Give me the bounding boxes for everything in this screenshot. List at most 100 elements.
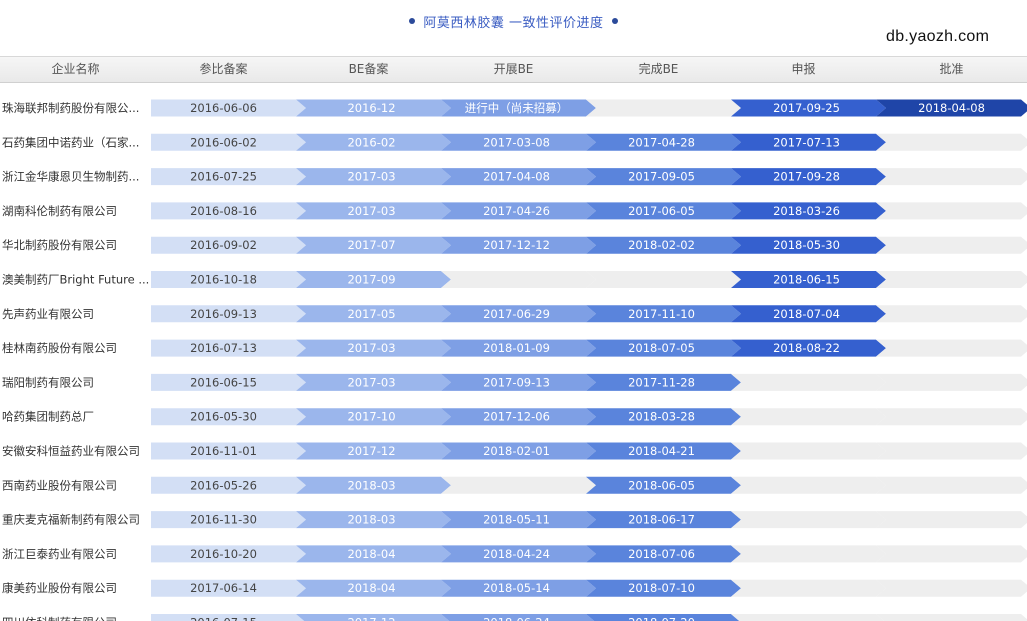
- progress-chart: 珠海联邦制药股份有限公... 2016-06-06 2016-12 进行中（尚未招募）…: [2, 99, 1027, 621]
- empty-progress-arrow: [441, 476, 596, 494]
- progress-date-label: 2016-05-26: [190, 478, 257, 492]
- table-row: 浙江巨泰药业有限公司 2016-10-20 2018-04 2018-04-24 201…: [2, 545, 1027, 563]
- empty-progress-arrow: [876, 133, 1027, 151]
- progress-date-label: 2016-05-30: [190, 410, 257, 424]
- progress-date-label: 2016-11-01: [190, 444, 257, 458]
- empty-progress-arrow: [876, 305, 1027, 323]
- progress-date-label: 进行中（尚未招募）: [465, 101, 569, 115]
- table-row: 重庆麦克福新制药有限公司 2016-11-30 2018-03 2018-05-11 2…: [2, 511, 1027, 529]
- progress-date-label: 2017-03: [347, 204, 395, 218]
- progress-date-label: 2017-11-10: [628, 307, 695, 321]
- company-name: 安徽安科恒益药业有限公司: [2, 444, 140, 458]
- progress-date-label: 2016-10-20: [190, 547, 257, 561]
- progress-date-label: 2018-04-21: [628, 444, 695, 458]
- empty-progress-arrow: [586, 271, 741, 288]
- progress-date-label: 2016-12: [347, 101, 395, 115]
- company-name: 哈药集团制药总厂: [2, 410, 94, 424]
- table-row: 桂林南药股份有限公司 2016-07-13 2017-03 2018-01-09 201…: [2, 339, 1027, 357]
- progress-date-label: 2016-07-25: [190, 170, 257, 184]
- company-name: 澳美制药厂Bright Future ...: [2, 273, 149, 287]
- progress-date-label: 2017-10: [347, 410, 395, 424]
- progress-date-label: 2016-10-18: [190, 273, 257, 287]
- progress-date-label: 2018-02-01: [483, 444, 550, 458]
- progress-date-label: 2016-07-15: [190, 616, 257, 621]
- table-row: 浙江金华康恩贝生物制药... 2016-07-25 2017-03 2017-04-0…: [2, 168, 1027, 186]
- table-row: 四川依科制药有限公司 2016-07-15 2017-12 2018-06-24 201…: [2, 614, 1027, 621]
- progress-date-label: 2018-01-09: [483, 341, 550, 355]
- empty-progress-arrow: [876, 476, 1027, 494]
- empty-progress-arrow: [876, 614, 1027, 621]
- empty-progress-arrow: [876, 511, 1027, 529]
- empty-progress-arrow: [441, 271, 596, 288]
- company-name: 石药集团中诺药业（石家...: [2, 135, 139, 149]
- progress-date-label: 2017-06-14: [190, 581, 257, 595]
- empty-progress-arrow: [731, 476, 886, 494]
- progress-date-label: 2018-05-30: [773, 238, 840, 252]
- progress-date-label: 2017-03: [347, 170, 395, 184]
- table-row: 安徽安科恒益药业有限公司 2016-11-01 2017-12 2018-02-01 2…: [2, 442, 1027, 460]
- table-row: 澳美制药厂Bright Future ... 2016-10-18 2017-09 2…: [2, 271, 1027, 288]
- table-row: 先声药业有限公司 2016-09-13 2017-05 2017-06-29 2017-…: [2, 305, 1027, 323]
- empty-progress-arrow: [731, 579, 886, 597]
- progress-date-label: 2016-09-02: [190, 238, 257, 252]
- progress-date-label: 2018-07-04: [773, 307, 840, 321]
- progress-date-label: 2017-06-29: [483, 307, 550, 321]
- progress-date-label: 2017-07-13: [773, 135, 840, 149]
- company-name: 湖南科伦制药有限公司: [2, 204, 117, 218]
- progress-date-label: 2018-06-15: [773, 273, 840, 287]
- progress-date-label: 2018-03-26: [773, 204, 840, 218]
- progress-date-label: 2016-02: [347, 135, 395, 149]
- progress-date-label: 2018-04: [347, 581, 395, 595]
- progress-date-label: 2018-06-17: [628, 513, 695, 527]
- table-row: 哈药集团制药总厂 2016-05-30 2017-10 2017-12-06 2018-…: [2, 408, 1027, 426]
- empty-progress-arrow: [876, 271, 1027, 288]
- empty-progress-arrow: [731, 408, 886, 426]
- progress-date-label: 2017-09-25: [773, 101, 840, 115]
- progress-date-label: 2018-07-10: [628, 581, 695, 595]
- progress-date-label: 2018-07-20: [628, 616, 695, 621]
- company-name: 先声药业有限公司: [2, 307, 94, 321]
- progress-date-label: 2017-09-28: [773, 170, 840, 184]
- progress-date-label: 2017-07: [347, 238, 395, 252]
- empty-progress-arrow: [731, 373, 886, 391]
- company-name: 重庆麦克福新制药有限公司: [2, 513, 140, 527]
- progress-date-label: 2018-05-11: [483, 513, 550, 527]
- empty-progress-arrow: [876, 373, 1027, 391]
- progress-date-label: 2018-04-08: [918, 101, 985, 115]
- table-row: 石药集团中诺药业（石家... 2016-06-02 2016-02 2017-03-0…: [2, 133, 1027, 151]
- progress-date-label: 2018-02-02: [628, 238, 695, 252]
- progress-date-label: 2017-06-05: [628, 204, 695, 218]
- progress-date-label: 2018-04-24: [483, 547, 550, 561]
- progress-date-label: 2017-09: [347, 273, 395, 287]
- table-row: 珠海联邦制药股份有限公... 2016-06-06 2016-12 进行中（尚未招募）…: [2, 99, 1027, 117]
- progress-date-label: 2018-03: [347, 478, 395, 492]
- empty-progress-arrow: [876, 339, 1027, 357]
- progress-date-label: 2016-06-06: [190, 101, 257, 115]
- progress-date-label: 2018-08-22: [773, 341, 840, 355]
- progress-date-label: 2017-09-05: [628, 170, 695, 184]
- progress-date-label: 2018-03: [347, 513, 395, 527]
- empty-progress-arrow: [876, 168, 1027, 186]
- company-name: 浙江巨泰药业有限公司: [2, 547, 117, 561]
- table-row: 西南药业股份有限公司 2016-05-26 2018-03 2018-06-05: [2, 476, 1027, 494]
- progress-date-label: 2017-03-08: [483, 135, 550, 149]
- progress-date-label: 2016-11-30: [190, 513, 257, 527]
- progress-date-label: 2017-12-12: [483, 238, 550, 252]
- progress-date-label: 2016-07-13: [190, 341, 257, 355]
- company-name: 华北制药股份有限公司: [2, 238, 117, 252]
- company-name: 西南药业股份有限公司: [2, 478, 117, 492]
- progress-date-label: 2018-06-05: [628, 478, 695, 492]
- company-name: 珠海联邦制药股份有限公...: [2, 101, 139, 115]
- empty-progress-arrow: [876, 545, 1027, 563]
- empty-progress-arrow: [876, 442, 1027, 460]
- progress-date-label: 2016-06-02: [190, 135, 257, 149]
- progress-date-label: 2017-11-28: [628, 375, 695, 389]
- progress-date-label: 2018-07-05: [628, 341, 695, 355]
- empty-progress-arrow: [731, 511, 886, 529]
- progress-date-label: 2016-09-13: [190, 307, 257, 321]
- empty-progress-arrow: [731, 614, 885, 621]
- progress-date-label: 2017-03: [347, 341, 395, 355]
- progress-date-label: 2017-12: [347, 444, 395, 458]
- empty-progress-arrow: [876, 579, 1027, 597]
- progress-date-label: 2018-07-06: [628, 547, 695, 561]
